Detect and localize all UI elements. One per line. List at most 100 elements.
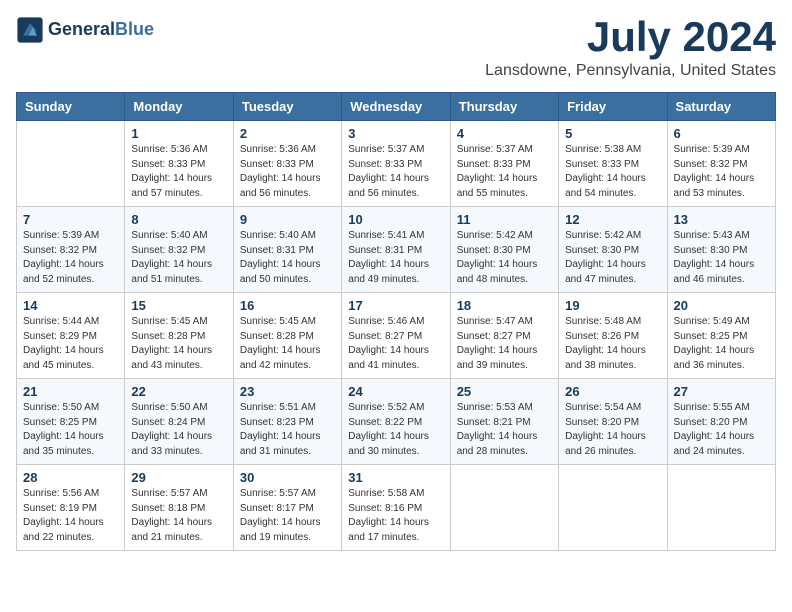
calendar-cell: 11 Sunrise: 5:42 AMSunset: 8:30 PMDaylig…	[450, 207, 558, 293]
day-info: Sunrise: 5:49 AMSunset: 8:25 PMDaylight:…	[674, 315, 769, 373]
calendar-cell: 6 Sunrise: 5:39 AMSunset: 8:32 PMDayligh…	[667, 121, 775, 207]
day-number: 2	[240, 126, 335, 141]
day-info: Sunrise: 5:57 AMSunset: 8:17 PMDaylight:…	[240, 487, 335, 545]
calendar-cell: 2 Sunrise: 5:36 AMSunset: 8:33 PMDayligh…	[233, 121, 341, 207]
logo-icon	[16, 16, 44, 44]
calendar-cell: 24 Sunrise: 5:52 AMSunset: 8:22 PMDaylig…	[342, 379, 450, 465]
day-info: Sunrise: 5:41 AMSunset: 8:31 PMDaylight:…	[348, 229, 443, 287]
col-friday: Friday	[559, 93, 667, 121]
day-info: Sunrise: 5:40 AMSunset: 8:32 PMDaylight:…	[131, 229, 226, 287]
title-section: July 2024 Lansdowne, Pennsylvania, Unite…	[485, 16, 776, 80]
day-info: Sunrise: 5:55 AMSunset: 8:20 PMDaylight:…	[674, 401, 769, 459]
calendar-cell: 5 Sunrise: 5:38 AMSunset: 8:33 PMDayligh…	[559, 121, 667, 207]
day-number: 7	[23, 212, 118, 227]
logo: GeneralBlue	[16, 16, 154, 44]
day-info: Sunrise: 5:47 AMSunset: 8:27 PMDaylight:…	[457, 315, 552, 373]
day-number: 23	[240, 384, 335, 399]
calendar-cell: 12 Sunrise: 5:42 AMSunset: 8:30 PMDaylig…	[559, 207, 667, 293]
calendar-cell: 18 Sunrise: 5:47 AMSunset: 8:27 PMDaylig…	[450, 293, 558, 379]
calendar-week-3: 14 Sunrise: 5:44 AMSunset: 8:29 PMDaylig…	[17, 293, 776, 379]
calendar-cell: 16 Sunrise: 5:45 AMSunset: 8:28 PMDaylig…	[233, 293, 341, 379]
calendar-cell: 20 Sunrise: 5:49 AMSunset: 8:25 PMDaylig…	[667, 293, 775, 379]
day-info: Sunrise: 5:43 AMSunset: 8:30 PMDaylight:…	[674, 229, 769, 287]
calendar-cell: 3 Sunrise: 5:37 AMSunset: 8:33 PMDayligh…	[342, 121, 450, 207]
day-number: 19	[565, 298, 660, 313]
day-number: 29	[131, 470, 226, 485]
page-container: GeneralBlue July 2024 Lansdowne, Pennsyl…	[16, 16, 776, 551]
logo-blue: Blue	[115, 19, 154, 39]
calendar-cell: 15 Sunrise: 5:45 AMSunset: 8:28 PMDaylig…	[125, 293, 233, 379]
day-info: Sunrise: 5:36 AMSunset: 8:33 PMDaylight:…	[240, 143, 335, 201]
day-number: 31	[348, 470, 443, 485]
calendar-cell: 23 Sunrise: 5:51 AMSunset: 8:23 PMDaylig…	[233, 379, 341, 465]
calendar-cell: 22 Sunrise: 5:50 AMSunset: 8:24 PMDaylig…	[125, 379, 233, 465]
logo-text-block: GeneralBlue	[48, 20, 154, 40]
header: GeneralBlue July 2024 Lansdowne, Pennsyl…	[16, 16, 776, 80]
day-number: 25	[457, 384, 552, 399]
day-info: Sunrise: 5:50 AMSunset: 8:25 PMDaylight:…	[23, 401, 118, 459]
day-info: Sunrise: 5:44 AMSunset: 8:29 PMDaylight:…	[23, 315, 118, 373]
day-number: 6	[674, 126, 769, 141]
day-info: Sunrise: 5:36 AMSunset: 8:33 PMDaylight:…	[131, 143, 226, 201]
day-number: 17	[348, 298, 443, 313]
day-info: Sunrise: 5:39 AMSunset: 8:32 PMDaylight:…	[23, 229, 118, 287]
calendar-cell: 29 Sunrise: 5:57 AMSunset: 8:18 PMDaylig…	[125, 465, 233, 551]
day-number: 9	[240, 212, 335, 227]
day-number: 20	[674, 298, 769, 313]
day-number: 24	[348, 384, 443, 399]
day-info: Sunrise: 5:52 AMSunset: 8:22 PMDaylight:…	[348, 401, 443, 459]
calendar-week-4: 21 Sunrise: 5:50 AMSunset: 8:25 PMDaylig…	[17, 379, 776, 465]
day-number: 15	[131, 298, 226, 313]
day-number: 26	[565, 384, 660, 399]
calendar-week-5: 28 Sunrise: 5:56 AMSunset: 8:19 PMDaylig…	[17, 465, 776, 551]
col-wednesday: Wednesday	[342, 93, 450, 121]
day-info: Sunrise: 5:39 AMSunset: 8:32 PMDaylight:…	[674, 143, 769, 201]
calendar-cell: 19 Sunrise: 5:48 AMSunset: 8:26 PMDaylig…	[559, 293, 667, 379]
day-number: 16	[240, 298, 335, 313]
day-info: Sunrise: 5:45 AMSunset: 8:28 PMDaylight:…	[240, 315, 335, 373]
day-number: 3	[348, 126, 443, 141]
day-number: 11	[457, 212, 552, 227]
day-info: Sunrise: 5:56 AMSunset: 8:19 PMDaylight:…	[23, 487, 118, 545]
calendar-cell	[17, 121, 125, 207]
day-info: Sunrise: 5:45 AMSunset: 8:28 PMDaylight:…	[131, 315, 226, 373]
day-info: Sunrise: 5:40 AMSunset: 8:31 PMDaylight:…	[240, 229, 335, 287]
day-info: Sunrise: 5:54 AMSunset: 8:20 PMDaylight:…	[565, 401, 660, 459]
calendar-cell: 25 Sunrise: 5:53 AMSunset: 8:21 PMDaylig…	[450, 379, 558, 465]
calendar-table: Sunday Monday Tuesday Wednesday Thursday…	[16, 92, 776, 551]
calendar-cell	[559, 465, 667, 551]
day-number: 4	[457, 126, 552, 141]
day-info: Sunrise: 5:37 AMSunset: 8:33 PMDaylight:…	[457, 143, 552, 201]
calendar-week-2: 7 Sunrise: 5:39 AMSunset: 8:32 PMDayligh…	[17, 207, 776, 293]
calendar-cell: 26 Sunrise: 5:54 AMSunset: 8:20 PMDaylig…	[559, 379, 667, 465]
header-row: Sunday Monday Tuesday Wednesday Thursday…	[17, 93, 776, 121]
day-number: 21	[23, 384, 118, 399]
col-saturday: Saturday	[667, 93, 775, 121]
calendar-cell: 30 Sunrise: 5:57 AMSunset: 8:17 PMDaylig…	[233, 465, 341, 551]
col-thursday: Thursday	[450, 93, 558, 121]
day-number: 12	[565, 212, 660, 227]
day-number: 27	[674, 384, 769, 399]
calendar-cell: 8 Sunrise: 5:40 AMSunset: 8:32 PMDayligh…	[125, 207, 233, 293]
logo-general: General	[48, 19, 115, 39]
calendar-cell: 21 Sunrise: 5:50 AMSunset: 8:25 PMDaylig…	[17, 379, 125, 465]
calendar-cell	[667, 465, 775, 551]
calendar-cell: 9 Sunrise: 5:40 AMSunset: 8:31 PMDayligh…	[233, 207, 341, 293]
day-info: Sunrise: 5:53 AMSunset: 8:21 PMDaylight:…	[457, 401, 552, 459]
calendar-cell: 1 Sunrise: 5:36 AMSunset: 8:33 PMDayligh…	[125, 121, 233, 207]
day-info: Sunrise: 5:58 AMSunset: 8:16 PMDaylight:…	[348, 487, 443, 545]
day-number: 18	[457, 298, 552, 313]
main-title: July 2024	[485, 16, 776, 58]
day-number: 10	[348, 212, 443, 227]
calendar-header: Sunday Monday Tuesday Wednesday Thursday…	[17, 93, 776, 121]
day-number: 22	[131, 384, 226, 399]
col-sunday: Sunday	[17, 93, 125, 121]
calendar-cell: 31 Sunrise: 5:58 AMSunset: 8:16 PMDaylig…	[342, 465, 450, 551]
calendar-cell: 14 Sunrise: 5:44 AMSunset: 8:29 PMDaylig…	[17, 293, 125, 379]
day-number: 8	[131, 212, 226, 227]
day-info: Sunrise: 5:57 AMSunset: 8:18 PMDaylight:…	[131, 487, 226, 545]
day-info: Sunrise: 5:38 AMSunset: 8:33 PMDaylight:…	[565, 143, 660, 201]
day-info: Sunrise: 5:50 AMSunset: 8:24 PMDaylight:…	[131, 401, 226, 459]
calendar-cell: 13 Sunrise: 5:43 AMSunset: 8:30 PMDaylig…	[667, 207, 775, 293]
day-info: Sunrise: 5:42 AMSunset: 8:30 PMDaylight:…	[457, 229, 552, 287]
